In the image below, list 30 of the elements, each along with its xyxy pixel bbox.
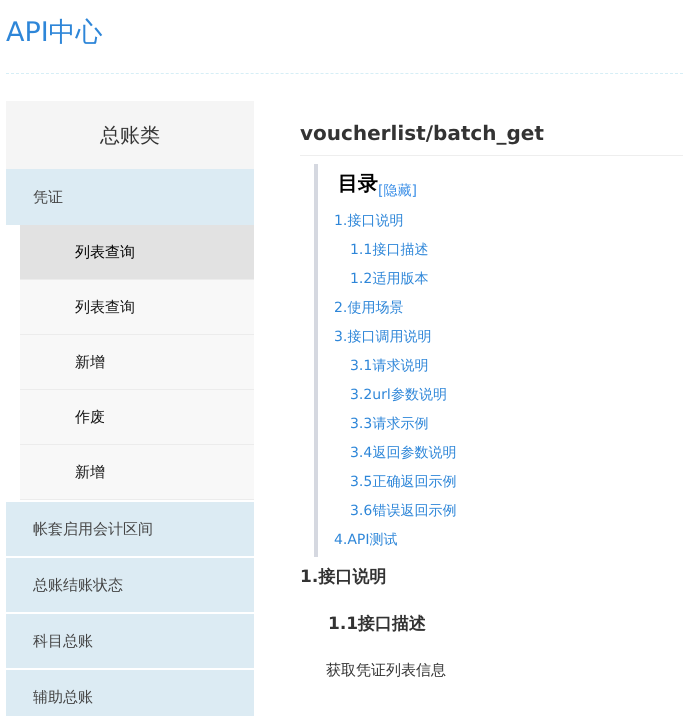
subsection-heading: 1.1接口描述 [328,613,428,635]
sidebar-category[interactable]: 总账结账状态 [6,558,254,612]
page-title: voucherlist/batch_get [300,121,683,156]
description-text: 获取凭证列表信息 [326,661,447,680]
sidebar-category[interactable]: 凭证 [6,169,254,225]
sidebar-heading: 总账类 [6,101,254,169]
toc-link[interactable]: 3.1请求说明 [350,352,428,381]
toc-link[interactable]: 3.2url参数说明 [350,381,447,410]
section-heading: 1.接口说明 [300,566,388,588]
sidebar-item[interactable]: 新增 [20,335,254,390]
sidebar-item[interactable]: 列表查询 [20,280,254,335]
toc-link[interactable]: 1.2适用版本 [350,265,428,294]
site-title: API中心 [6,16,103,50]
sidebar-item[interactable]: 新增 [20,445,254,500]
toc-link[interactable]: 1.接口说明 [334,207,404,236]
sidebar-category[interactable]: 帐套启用会计区间 [6,502,254,556]
toc-link[interactable]: 2.使用场景 [334,294,404,323]
toc-link[interactable]: 3.5正确返回示例 [350,468,456,497]
sidebar-category[interactable]: 科目总账 [6,614,254,668]
toc-link[interactable]: 3.4返回参数说明 [350,439,456,468]
toc-link[interactable]: 4.API测试 [334,526,398,555]
sidebar-item[interactable]: 列表查询 [20,225,254,280]
hide-link[interactable]: [隐藏] [378,182,417,200]
toc-link[interactable]: 3.接口调用说明 [334,323,432,352]
toc-link[interactable]: 1.1接口描述 [350,236,428,265]
sidebar-category[interactable]: 辅助总账 [6,670,254,716]
toc-link[interactable]: 3.3请求示例 [350,410,428,439]
toc-link[interactable]: 3.6错误返回示例 [350,497,456,526]
sidebar-item[interactable]: 作废 [20,390,254,445]
toc-heading: 目录 [338,170,378,197]
